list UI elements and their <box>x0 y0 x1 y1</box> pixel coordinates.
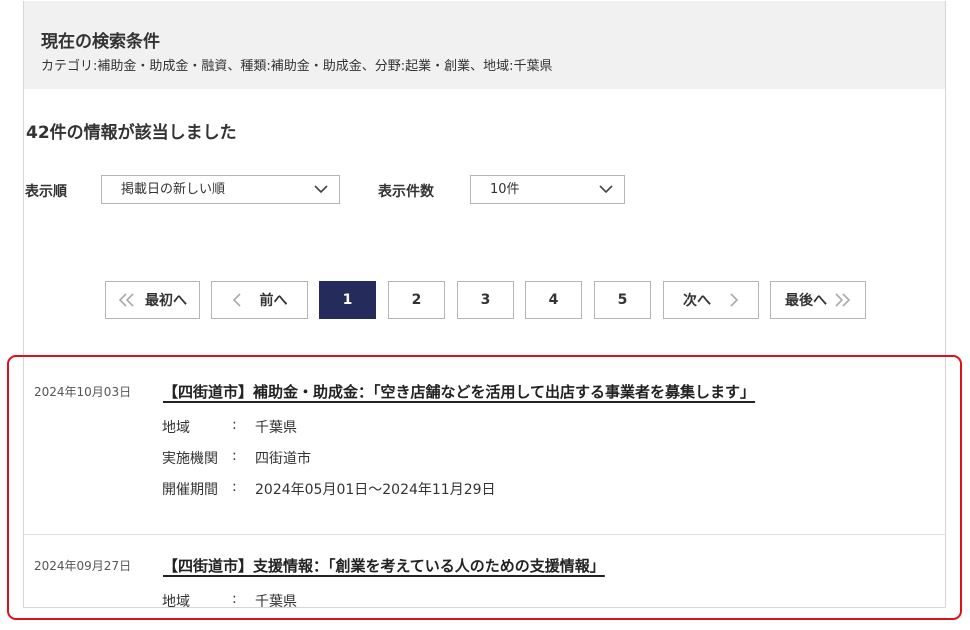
first-page-label: 最初へ <box>145 293 187 309</box>
search-conditions-text: カテゴリ:補助金・助成金・融資、種類:補助金・助成金、分野:起業・創業、地域:千… <box>41 59 553 74</box>
page-number: 4 <box>548 292 559 308</box>
chevron-left-icon <box>232 293 241 307</box>
chevron-down-icon <box>314 185 328 194</box>
field-colon: : <box>232 448 237 464</box>
field-label-period: 開催期間 <box>162 482 218 498</box>
last-page-button[interactable]: 最後へ <box>770 281 866 319</box>
result-date: 2024年09月27日 <box>34 559 132 573</box>
result-title-link[interactable]: 【四街道市】支援情報：「創業を考えている人のための支援情報」 <box>163 555 605 576</box>
page-1-button[interactable]: 1 <box>319 281 376 319</box>
field-value-organization: 四街道市 <box>255 451 311 467</box>
previous-page-label: 前へ <box>259 293 288 309</box>
search-results-panel: 現在の検索条件 カテゴリ:補助金・助成金・融資、種類:補助金・助成金、分野:起業… <box>23 1 946 608</box>
page-3-button[interactable]: 3 <box>457 281 514 319</box>
search-conditions-title: 現在の検索条件 <box>41 32 160 52</box>
previous-page-button[interactable]: 前へ <box>211 281 308 319</box>
page-number: 3 <box>480 292 491 308</box>
page-2-button[interactable]: 2 <box>388 281 445 319</box>
double-chevron-left-icon <box>118 293 134 307</box>
chevron-down-icon <box>599 185 613 194</box>
chevron-right-icon <box>730 293 739 307</box>
first-page-button[interactable]: 最初へ <box>105 281 200 319</box>
field-colon: : <box>232 479 237 495</box>
result-count: 42件の情報が該当しました <box>26 123 237 143</box>
double-chevron-right-icon <box>835 293 851 307</box>
field-value-region: 千葉県 <box>255 420 297 436</box>
next-page-label: 次へ <box>683 293 711 309</box>
display-count-label: 表示件数 <box>378 184 434 200</box>
result-title-link[interactable]: 【四街道市】補助金・助成金：「空き店舗などを活用して出店する事業者を募集します」 <box>163 381 755 402</box>
result-date: 2024年10月03日 <box>34 385 132 399</box>
page-5-button[interactable]: 5 <box>594 281 651 319</box>
sort-order-label: 表示順 <box>25 184 67 200</box>
display-count-select[interactable]: 10件 <box>470 175 625 204</box>
search-conditions-box: 現在の検索条件 カテゴリ:補助金・助成金・融資、種類:補助金・助成金、分野:起業… <box>24 1 945 89</box>
page-4-button[interactable]: 4 <box>525 281 582 319</box>
field-label-region: 地域 <box>162 420 190 436</box>
field-colon: : <box>232 417 237 433</box>
field-value-region: 千葉県 <box>255 594 297 608</box>
page-number: 5 <box>617 292 628 308</box>
field-colon: : <box>232 591 237 607</box>
field-label-region: 地域 <box>162 594 190 608</box>
field-value-period: 2024年05月01日～2024年11月29日 <box>255 482 496 498</box>
page-number: 2 <box>411 292 422 308</box>
display-count-value: 10件 <box>490 182 520 197</box>
next-page-button[interactable]: 次へ <box>663 281 759 319</box>
sort-order-value: 掲載日の新しい順 <box>121 182 226 197</box>
result-divider <box>24 534 945 535</box>
sort-order-select[interactable]: 掲載日の新しい順 <box>101 175 340 204</box>
last-page-label: 最後へ <box>785 293 827 309</box>
page-number: 1 <box>342 292 353 308</box>
field-label-organization: 実施機関 <box>162 451 218 467</box>
